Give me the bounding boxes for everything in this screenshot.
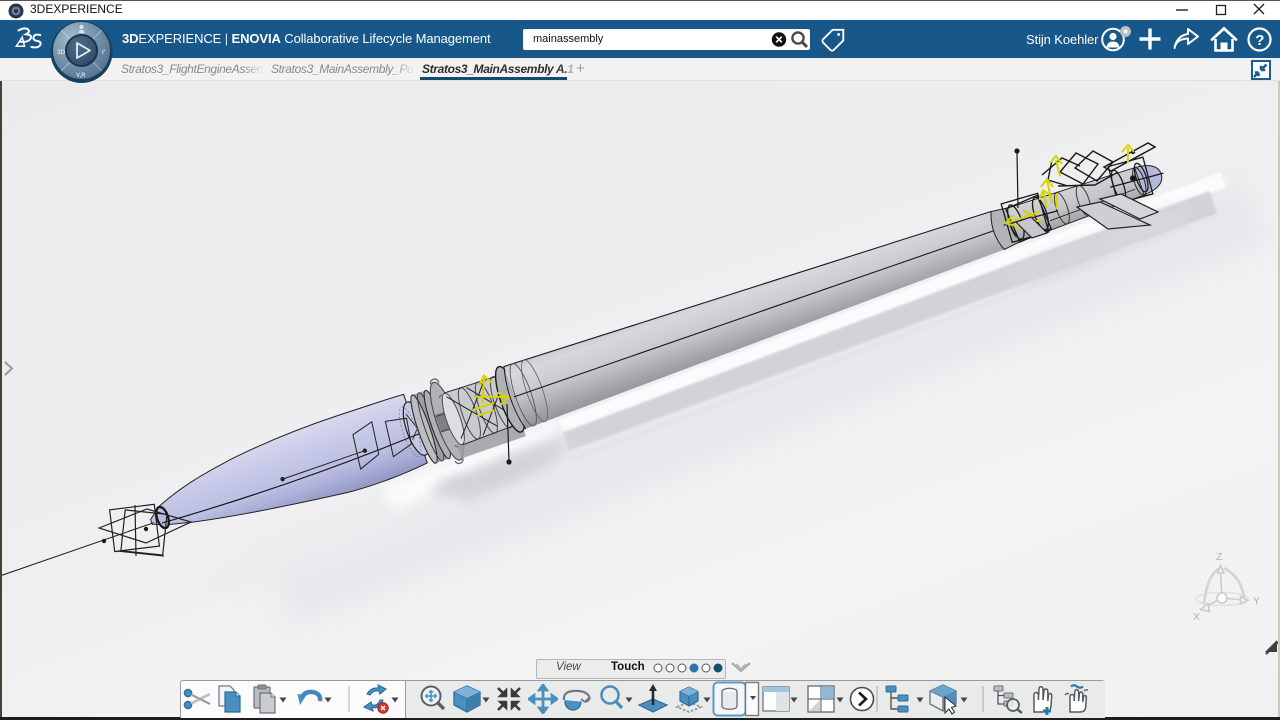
- svg-text:i': i': [102, 49, 106, 56]
- svg-text:3D: 3D: [57, 49, 66, 56]
- svg-text:Z: Z: [1216, 551, 1223, 563]
- svg-text:Y: Y: [1253, 595, 1260, 607]
- svg-text:V,R: V,R: [76, 73, 86, 79]
- svg-text:X: X: [1193, 611, 1200, 623]
- svg-text:?: ?: [1255, 32, 1264, 49]
